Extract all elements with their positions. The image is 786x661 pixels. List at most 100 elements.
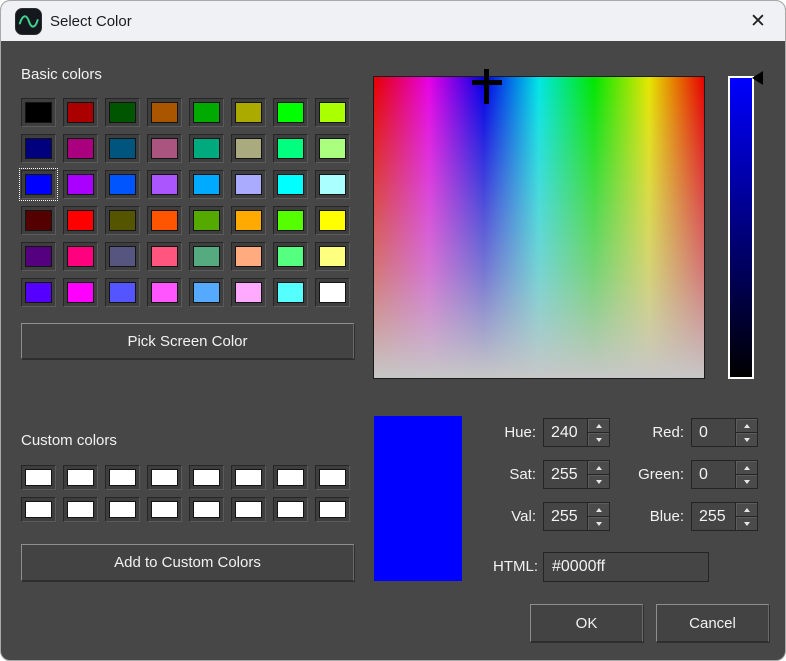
custom-color-swatch[interactable] [315, 497, 350, 522]
basic-color-swatch[interactable] [231, 170, 266, 199]
basic-color-swatch[interactable] [63, 278, 98, 307]
down-arrow-icon [744, 438, 750, 442]
basic-color-swatch[interactable] [147, 242, 182, 271]
basic-color-swatch[interactable] [315, 134, 350, 163]
custom-color-swatch[interactable] [315, 465, 350, 490]
swatch-color [67, 246, 94, 267]
add-to-custom-colors-button[interactable]: Add to Custom Colors [21, 544, 354, 581]
custom-color-swatch[interactable] [189, 497, 224, 522]
red-spin-down-button[interactable] [736, 432, 757, 446]
basic-color-swatch[interactable] [105, 242, 140, 271]
basic-color-swatch[interactable] [231, 206, 266, 235]
swatch-color [151, 102, 178, 123]
html-color-input[interactable] [543, 552, 709, 582]
basic-color-swatch[interactable] [147, 206, 182, 235]
blue-input[interactable] [692, 503, 735, 530]
value-slider[interactable] [728, 76, 754, 379]
cancel-button[interactable]: Cancel [656, 604, 769, 642]
red-spin-up-button[interactable] [736, 419, 757, 432]
swatch-color [25, 246, 52, 267]
swatch-color [109, 138, 136, 159]
val-input[interactable] [544, 503, 587, 530]
custom-color-swatch[interactable] [273, 497, 308, 522]
basic-color-swatch[interactable] [315, 170, 350, 199]
blue-spin-down-button[interactable] [736, 516, 757, 530]
basic-color-swatch[interactable] [147, 134, 182, 163]
custom-color-swatch[interactable] [231, 465, 266, 490]
hue-saturation-picker[interactable] [373, 76, 705, 379]
custom-color-swatch[interactable] [105, 497, 140, 522]
swatch-color [193, 501, 220, 518]
green-spin-buttons [735, 461, 757, 488]
basic-color-swatch[interactable] [231, 98, 266, 127]
basic-color-swatch[interactable] [273, 98, 308, 127]
basic-color-swatch[interactable] [21, 206, 56, 235]
basic-color-swatch[interactable] [21, 242, 56, 271]
hue-label: Hue: [456, 418, 536, 447]
basic-color-swatch[interactable] [189, 242, 224, 271]
basic-color-swatch[interactable] [63, 242, 98, 271]
basic-color-swatch[interactable] [231, 278, 266, 307]
dialog-body: Basic colors Pick Screen Color Custom co… [1, 41, 785, 661]
basic-color-swatch[interactable] [273, 278, 308, 307]
basic-color-swatch[interactable] [189, 170, 224, 199]
basic-color-swatch[interactable] [273, 170, 308, 199]
custom-color-swatch[interactable] [105, 465, 140, 490]
basic-color-swatch[interactable] [21, 98, 56, 127]
custom-color-swatch[interactable] [273, 465, 308, 490]
blue-spin-up-button[interactable] [736, 503, 757, 516]
close-icon[interactable]: ✕ [743, 6, 773, 36]
basic-color-swatch[interactable] [189, 278, 224, 307]
basic-color-swatch[interactable] [105, 278, 140, 307]
custom-color-swatch[interactable] [231, 497, 266, 522]
basic-color-swatch[interactable] [273, 242, 308, 271]
swatch-color [319, 501, 346, 518]
sat-input[interactable] [544, 461, 587, 488]
basic-color-swatch[interactable] [231, 242, 266, 271]
basic-color-swatch[interactable] [315, 206, 350, 235]
basic-color-swatch[interactable] [189, 206, 224, 235]
ok-button[interactable]: OK [530, 604, 643, 642]
basic-color-swatch[interactable] [147, 98, 182, 127]
custom-color-swatch[interactable] [63, 497, 98, 522]
custom-color-swatch[interactable] [147, 465, 182, 490]
basic-color-swatch[interactable] [147, 278, 182, 307]
basic-color-swatch[interactable] [273, 134, 308, 163]
basic-color-swatch[interactable] [189, 98, 224, 127]
basic-color-swatch[interactable] [105, 170, 140, 199]
basic-color-swatch[interactable] [189, 134, 224, 163]
basic-color-swatch[interactable] [63, 206, 98, 235]
swatch-color [25, 138, 52, 159]
basic-color-swatch[interactable] [231, 134, 266, 163]
green-input[interactable] [692, 461, 735, 488]
window-titlebar[interactable]: Select Color ✕ [1, 1, 785, 41]
basic-color-swatch[interactable] [21, 278, 56, 307]
basic-color-swatch[interactable] [63, 98, 98, 127]
basic-color-swatch[interactable] [105, 206, 140, 235]
value-slider-arrow-icon[interactable] [752, 71, 763, 85]
basic-color-swatch[interactable] [315, 242, 350, 271]
basic-color-swatch[interactable] [315, 98, 350, 127]
custom-color-swatch[interactable] [21, 497, 56, 522]
basic-color-swatch[interactable] [21, 170, 56, 199]
basic-color-swatch[interactable] [63, 170, 98, 199]
custom-color-swatch[interactable] [21, 465, 56, 490]
green-spin-down-button[interactable] [736, 474, 757, 488]
custom-color-swatch[interactable] [63, 465, 98, 490]
basic-color-swatch[interactable] [105, 98, 140, 127]
red-input[interactable] [692, 419, 735, 446]
basic-color-swatch[interactable] [63, 134, 98, 163]
basic-color-swatch[interactable] [273, 206, 308, 235]
basic-color-swatch[interactable] [21, 134, 56, 163]
custom-color-swatch[interactable] [189, 465, 224, 490]
custom-color-swatch[interactable] [147, 497, 182, 522]
swatch-color [193, 138, 220, 159]
basic-color-swatch[interactable] [105, 134, 140, 163]
basic-color-swatch[interactable] [147, 170, 182, 199]
basic-color-swatch[interactable] [315, 278, 350, 307]
swatch-color [235, 138, 262, 159]
green-spin-up-button[interactable] [736, 461, 757, 474]
pick-screen-color-button[interactable]: Pick Screen Color [21, 323, 354, 359]
hue-input[interactable] [544, 419, 587, 446]
swatch-color [151, 501, 178, 518]
